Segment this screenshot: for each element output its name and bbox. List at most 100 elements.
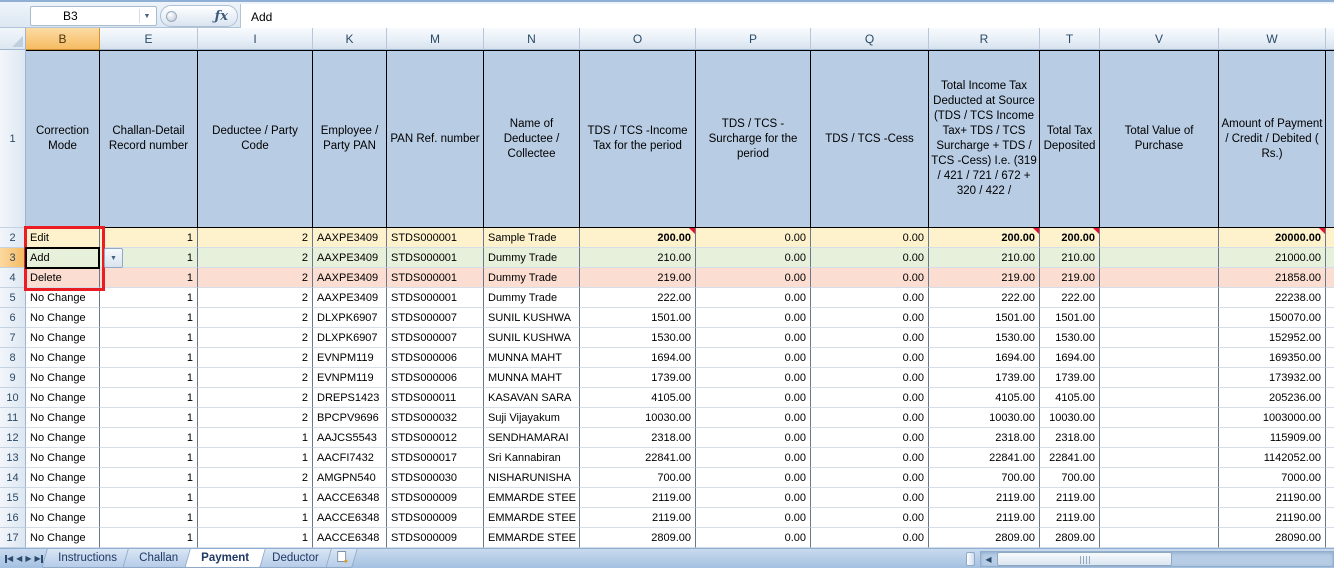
cell-K10[interactable]: DREPS1423: [313, 388, 387, 408]
cell-O11[interactable]: 10030.00: [580, 408, 696, 428]
cell-V9[interactable]: [1100, 368, 1219, 388]
cell-E1[interactable]: Challan-Detail Record number: [100, 50, 198, 228]
first-sheet-button[interactable]: ◀: [5, 553, 13, 565]
cell-E4[interactable]: 1: [100, 268, 198, 288]
column-header-N[interactable]: N: [484, 28, 580, 50]
cell-O2[interactable]: 200.00: [580, 228, 696, 248]
cell-B8[interactable]: No Change: [26, 348, 100, 368]
cell-Q15[interactable]: 0.00: [811, 488, 929, 508]
cell-W10[interactable]: 205236.00: [1219, 388, 1326, 408]
select-all-corner[interactable]: [0, 28, 26, 50]
cell-O17[interactable]: 2809.00: [580, 528, 696, 548]
row-header-16[interactable]: 16: [0, 508, 26, 528]
cell-T4[interactable]: 219.00: [1040, 268, 1100, 288]
cell-V5[interactable]: [1100, 288, 1219, 308]
cell-W14[interactable]: 7000.00: [1219, 468, 1326, 488]
cell-M17[interactable]: STDS000009: [387, 528, 484, 548]
row-header-15[interactable]: 15: [0, 488, 26, 508]
cell-V4[interactable]: [1100, 268, 1219, 288]
column-header-I[interactable]: I: [198, 28, 313, 50]
cell-M13[interactable]: STDS000017: [387, 448, 484, 468]
cell-Q9[interactable]: 0.00: [811, 368, 929, 388]
cell-K14[interactable]: AMGPN540: [313, 468, 387, 488]
cell-T9[interactable]: 1739.00: [1040, 368, 1100, 388]
cell-I15[interactable]: 1: [198, 488, 313, 508]
cell-E6[interactable]: 1: [100, 308, 198, 328]
cell-W1[interactable]: Amount of Payment / Credit / Debited ( R…: [1219, 50, 1326, 228]
cell-E16[interactable]: 1: [100, 508, 198, 528]
sheet-tab-payment[interactable]: Payment: [184, 548, 267, 568]
cell-I5[interactable]: 2: [198, 288, 313, 308]
cell-R13[interactable]: 22841.00: [929, 448, 1040, 468]
cell-T15[interactable]: 2119.00: [1040, 488, 1100, 508]
cell-W9[interactable]: 173932.00: [1219, 368, 1326, 388]
row-header-5[interactable]: 5: [0, 288, 26, 308]
row-header-3[interactable]: 3: [0, 248, 26, 268]
cell-filler-7[interactable]: [1326, 328, 1334, 348]
row-header-11[interactable]: 11: [0, 408, 26, 428]
cell-Q5[interactable]: 0.00: [811, 288, 929, 308]
cell-W6[interactable]: 150070.00: [1219, 308, 1326, 328]
cell-R12[interactable]: 2318.00: [929, 428, 1040, 448]
column-header-P[interactable]: P: [696, 28, 811, 50]
cell-K1[interactable]: Employee / Party PAN: [313, 50, 387, 228]
cell-R9[interactable]: 1739.00: [929, 368, 1040, 388]
cell-N12[interactable]: SENDHAMARAI: [484, 428, 580, 448]
cell-I6[interactable]: 2: [198, 308, 313, 328]
cell-Q12[interactable]: 0.00: [811, 428, 929, 448]
cell-K7[interactable]: DLXPK6907: [313, 328, 387, 348]
cell-Q4[interactable]: 0.00: [811, 268, 929, 288]
cell-V17[interactable]: [1100, 528, 1219, 548]
cell-I16[interactable]: 1: [198, 508, 313, 528]
cell-B9[interactable]: No Change: [26, 368, 100, 388]
cell-M8[interactable]: STDS000006: [387, 348, 484, 368]
last-sheet-button[interactable]: ▶: [34, 553, 43, 565]
cell-N10[interactable]: KASAVAN SARA: [484, 388, 580, 408]
cell-filler-16[interactable]: [1326, 508, 1334, 528]
cell-W5[interactable]: 22238.00: [1219, 288, 1326, 308]
cell-T11[interactable]: 10030.00: [1040, 408, 1100, 428]
cell-M14[interactable]: STDS000030: [387, 468, 484, 488]
cell-N4[interactable]: Dummy Trade: [484, 268, 580, 288]
cell-I13[interactable]: 1: [198, 448, 313, 468]
cell-R10[interactable]: 4105.00: [929, 388, 1040, 408]
cell-I7[interactable]: 2: [198, 328, 313, 348]
cell-K11[interactable]: BPCPV9696: [313, 408, 387, 428]
cell-P16[interactable]: 0.00: [696, 508, 811, 528]
cell-P3[interactable]: 0.00: [696, 248, 811, 268]
column-header-Q[interactable]: Q: [811, 28, 929, 50]
row-header-4[interactable]: 4: [0, 268, 26, 288]
cell-R8[interactable]: 1694.00: [929, 348, 1040, 368]
cell-filler-3[interactable]: [1326, 248, 1334, 268]
cell-filler-6[interactable]: [1326, 308, 1334, 328]
cell-M7[interactable]: STDS000007: [387, 328, 484, 348]
cell-V13[interactable]: [1100, 448, 1219, 468]
formula-input[interactable]: Add: [240, 4, 1334, 30]
cell-O14[interactable]: 700.00: [580, 468, 696, 488]
cell-I10[interactable]: 2: [198, 388, 313, 408]
row-header-14[interactable]: 14: [0, 468, 26, 488]
cell-R6[interactable]: 1501.00: [929, 308, 1040, 328]
cell-V15[interactable]: [1100, 488, 1219, 508]
cell-I9[interactable]: 2: [198, 368, 313, 388]
cell-M9[interactable]: STDS000006: [387, 368, 484, 388]
cell-B3[interactable]: Add: [26, 248, 100, 268]
cell-K2[interactable]: AAXPE3409: [313, 228, 387, 248]
cell-B15[interactable]: No Change: [26, 488, 100, 508]
scroll-left-button[interactable]: ◀: [982, 553, 995, 565]
cell-filler-10[interactable]: [1326, 388, 1334, 408]
cell-filler-9[interactable]: [1326, 368, 1334, 388]
cell-M1[interactable]: PAN Ref. number: [387, 50, 484, 228]
row-header-12[interactable]: 12: [0, 428, 26, 448]
cell-I4[interactable]: 2: [198, 268, 313, 288]
cell-W15[interactable]: 21190.00: [1219, 488, 1326, 508]
cell-K5[interactable]: AAXPE3409: [313, 288, 387, 308]
data-validation-dropdown-button[interactable]: ▼: [104, 248, 123, 268]
cell-N14[interactable]: NISHARUNISHA: [484, 468, 580, 488]
cell-V1[interactable]: Total Value of Purchase: [1100, 50, 1219, 228]
cell-Q8[interactable]: 0.00: [811, 348, 929, 368]
cell-Q17[interactable]: 0.00: [811, 528, 929, 548]
cell-B12[interactable]: No Change: [26, 428, 100, 448]
cell-O13[interactable]: 22841.00: [580, 448, 696, 468]
cell-Q11[interactable]: 0.00: [811, 408, 929, 428]
